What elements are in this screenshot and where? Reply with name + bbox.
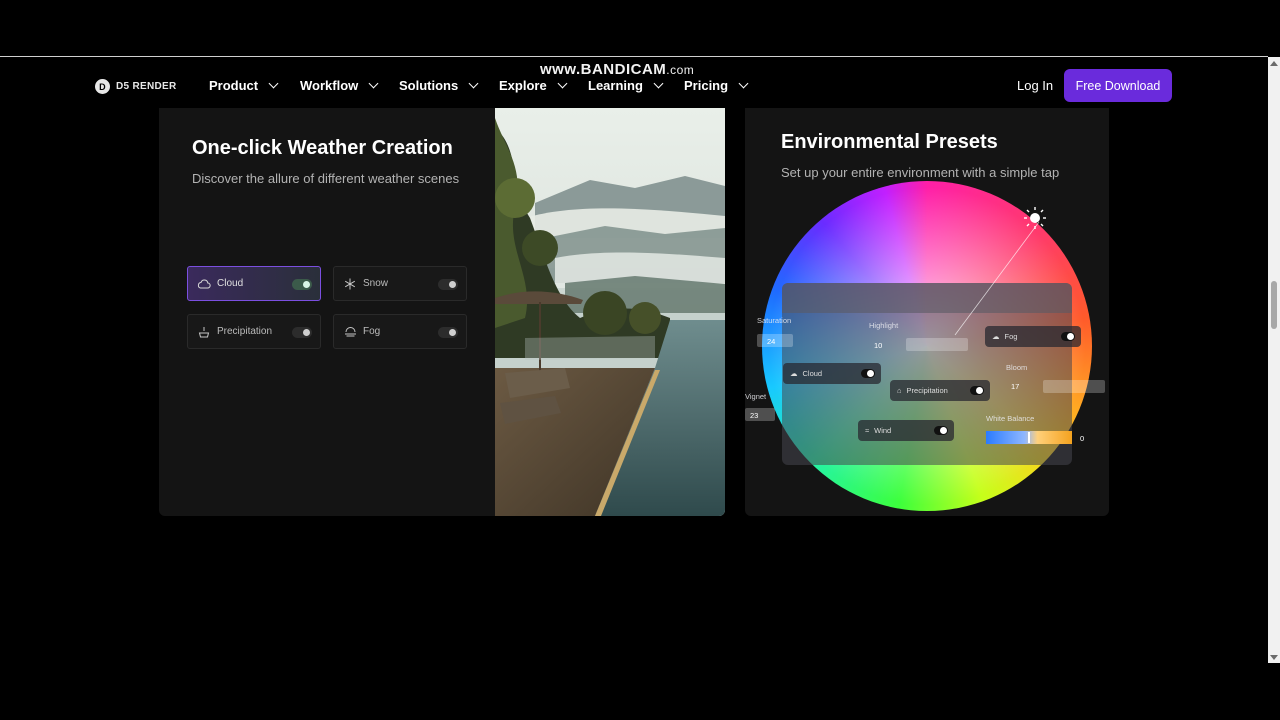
nav-item-label: Learning [588,78,643,93]
toggle-switch[interactable] [1061,332,1075,341]
toggle-switch[interactable] [438,327,458,338]
bloom-slider[interactable] [1043,380,1105,393]
cloud-icon: ☁ [790,369,798,378]
vignette-value: 23 [750,411,759,420]
weather-option-precipitation[interactable]: Precipitation [187,314,321,349]
vignette-label: Vignet [745,392,767,401]
cloud-icon [197,277,211,291]
fog-icon [343,325,357,339]
nav-item-learning[interactable]: Learning [588,78,664,93]
scroll-up-arrow-icon[interactable] [1270,61,1278,66]
weather-option-label: Precipitation [217,326,273,337]
weather-option-label: Snow [363,278,389,289]
preset-toggle-wind[interactable]: ≈ Wind [858,420,954,441]
bloom-value: 17 [1011,382,1020,391]
free-download-button[interactable]: Free Download [1064,69,1172,102]
logo[interactable]: D D5 RENDER [95,79,177,94]
rain-icon [197,325,211,339]
weather-option-snow[interactable]: Snow [333,266,467,301]
chevron-down-icon [468,78,479,89]
nav-item-product[interactable]: Product [209,78,279,93]
white-balance-value: 0 [1080,434,1085,443]
nav-item-explore[interactable]: Explore [499,78,568,93]
weather-subtitle: Discover the allure of different weather… [192,171,460,186]
toggle-switch[interactable] [292,279,312,290]
nav-item-label: Solutions [399,78,459,93]
highlight-slider[interactable] [906,338,968,351]
weather-card: One-click Weather Creation Discover the … [159,108,725,516]
white-balance-slider[interactable] [986,431,1072,444]
nav-item-label: Product [209,78,259,93]
snowflake-icon [343,277,357,291]
chevron-down-icon [557,78,568,89]
scroll-down-arrow-icon[interactable] [1270,655,1278,660]
nav-item-label: Workflow [300,78,359,93]
chevron-down-icon [268,78,279,89]
presets-title: Environmental Presets [781,131,998,153]
highlight-value: 10 [874,341,883,350]
weather-option-label: Fog [363,326,381,337]
nav-item-workflow[interactable]: Workflow [300,78,379,93]
weather-title: One-click Weather Creation [192,137,453,159]
preset-toggle-cloud[interactable]: ☁ Cloud [783,363,881,384]
wind-icon: ≈ [865,426,870,435]
fog-icon: ☁ [992,332,1000,341]
preset-toggle-label: Wind [874,426,892,435]
toggle-switch[interactable] [934,426,948,435]
watermark-domain: .com [666,63,695,77]
presets-subtitle: Set up your entire environment with a si… [781,165,1060,180]
weather-option-label: Cloud [217,278,244,289]
preset-toggle-label: Precipitation [906,386,948,395]
nav-item-label: Pricing [684,78,729,93]
preset-toggle-precipitation[interactable]: ⌂ Precipitation [890,380,990,401]
page-scrollbar[interactable] [1268,57,1280,663]
bloom-label: Bloom [1006,363,1028,372]
weather-option-cloud[interactable]: Cloud [187,266,321,301]
toggle-switch[interactable] [292,327,312,338]
toggle-switch[interactable] [970,386,984,395]
toggle-switch[interactable] [438,279,458,290]
nav-item-solutions[interactable]: Solutions [399,78,479,93]
preset-toggle-label: Cloud [802,369,823,378]
toggle-switch[interactable] [861,369,875,378]
preset-toggle-label: Fog [1004,332,1018,341]
top-strip [0,0,1280,57]
weather-scene-image [495,108,725,516]
logo-text: D5 RENDER [116,81,177,92]
preset-toggle-fog[interactable]: ☁ Fog [985,326,1081,347]
weather-option-fog[interactable]: Fog [333,314,467,349]
highlight-label: Highlight [869,321,899,330]
saturation-label: Saturation [757,316,792,325]
d5-logo-icon: D [95,79,110,94]
chevron-down-icon [368,78,379,89]
chevron-down-icon [653,78,664,89]
light-direction-line [954,221,1040,336]
scrollbar-thumb[interactable] [1271,281,1277,329]
presets-card: Environmental Presets Set up your entire… [745,108,1109,516]
watermark-text: www.BANDICAM [540,61,667,78]
nav-item-label: Explore [499,78,547,93]
login-link[interactable]: Log In [1017,78,1053,93]
rain-icon: ⌂ [897,386,902,395]
nav-item-pricing[interactable]: Pricing [684,78,749,93]
bandicam-watermark: www.BANDICAM.com [540,61,694,78]
white-balance-label: White Balance [986,414,1035,423]
saturation-value: 24 [767,337,776,346]
chevron-down-icon [738,78,749,89]
